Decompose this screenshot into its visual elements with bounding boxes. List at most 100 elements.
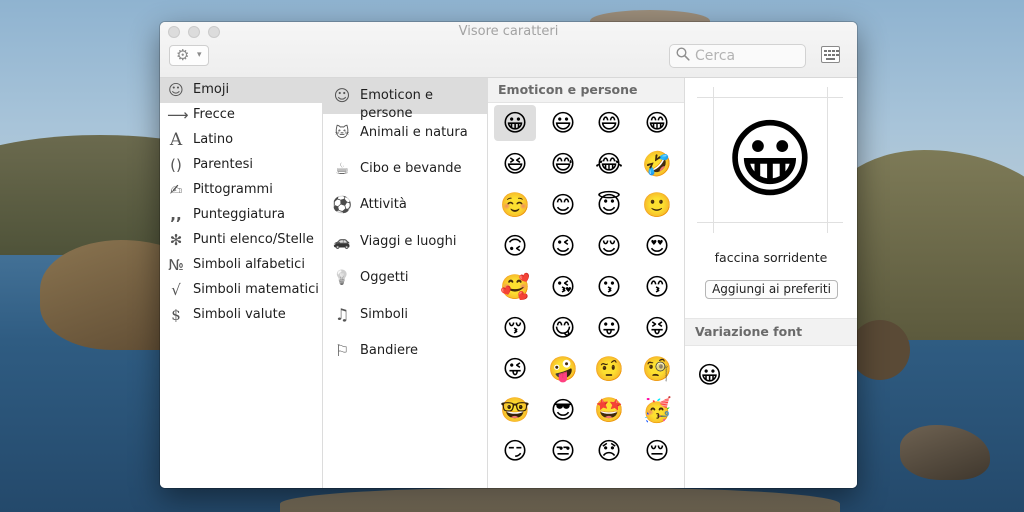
emoji-cell[interactable]: 🙂: [636, 187, 678, 223]
emoji-cell[interactable]: 😗: [588, 269, 630, 305]
window-title: Visore caratteri: [458, 24, 559, 39]
preview-emoji: 😀: [725, 110, 815, 210]
category-label: Simboli matematici: [193, 282, 319, 297]
detail-pane: 😀 faccina sorridente Aggiungi ai preferi…: [685, 78, 857, 488]
category-emoji[interactable]: ☺ Emoji: [160, 78, 322, 103]
dollar-icon: $: [171, 306, 181, 324]
category-label: Punti elenco/Stelle: [193, 232, 314, 247]
cup-icon: ☕: [334, 159, 350, 178]
punctuation-icon: ,,: [170, 206, 182, 224]
subcategory-label: Simboli: [360, 307, 408, 322]
subcategory-symbols[interactable]: ♫ Simboli: [323, 297, 487, 333]
keyboard-viewer-icon[interactable]: [821, 46, 840, 63]
emoji-cell[interactable]: 😜: [494, 351, 536, 387]
subcategory-list: ☺ Emoticon e persone 🐱 Animali e natura …: [323, 78, 488, 488]
search-input[interactable]: [695, 47, 800, 65]
emoji-cell[interactable]: 😞: [588, 433, 630, 469]
emoji-cell[interactable]: 🧐: [636, 351, 678, 387]
emoji-cell[interactable]: 😒: [542, 433, 584, 469]
rock-small: [850, 320, 910, 380]
subcategory-flags[interactable]: ⚐ Bandiere: [323, 333, 487, 369]
category-label: Emoji: [193, 82, 230, 97]
emoji-cell[interactable]: 😁: [636, 105, 678, 141]
subcategory-label: Cibo e bevande: [360, 161, 462, 176]
emoji-cell[interactable]: 😔: [636, 433, 678, 469]
emoji-cell[interactable]: 😀: [494, 105, 536, 141]
subcategory-label: Viaggi e luoghi: [360, 234, 457, 249]
emoji-cell[interactable]: 🤓: [494, 392, 536, 428]
emoji-cell[interactable]: 😛: [588, 310, 630, 346]
soccer-ball-icon: ⚽: [332, 195, 352, 214]
category-label: Latino: [193, 132, 234, 147]
category-punctuation[interactable]: ,, Punteggiatura: [160, 203, 322, 228]
category-parentheses[interactable]: () Parentesi: [160, 153, 322, 178]
emoji-cell[interactable]: 🤨: [588, 351, 630, 387]
subcategory-travel-places[interactable]: 🚗 Viaggi e luoghi: [323, 224, 487, 260]
emoji-cell[interactable]: 😋: [542, 310, 584, 346]
emoji-cell[interactable]: 🤣: [636, 146, 678, 182]
font-variation-item[interactable]: 😀: [697, 360, 722, 390]
grid-header: Emoticon e persone: [488, 78, 684, 103]
emoji-cell[interactable]: 😉: [542, 228, 584, 264]
font-variation-header: Variazione font: [685, 318, 857, 346]
category-label: Frecce: [193, 107, 235, 122]
category-label: Pittogrammi: [193, 182, 273, 197]
category-currency[interactable]: $ Simboli valute: [160, 303, 322, 328]
category-label: Simboli valute: [193, 307, 286, 322]
letter-a-icon: A: [169, 130, 183, 150]
subcategory-label: Attività: [360, 197, 407, 212]
emoji-cell[interactable]: 😍: [636, 228, 678, 264]
emoji-cell[interactable]: 😘: [542, 269, 584, 305]
emoji-cell[interactable]: 😇: [588, 187, 630, 223]
category-letterlike[interactable]: № Simboli alfabetici: [160, 253, 322, 278]
emoji-cell[interactable]: 😙: [636, 269, 678, 305]
emoji-cell[interactable]: ☺️: [494, 187, 536, 223]
smiley-icon: ☺: [333, 86, 351, 105]
writing-hand-icon: ✍: [169, 181, 183, 199]
emoji-cell[interactable]: 🤪: [542, 351, 584, 387]
search-field[interactable]: [669, 44, 806, 68]
smiley-icon: ☺: [168, 81, 184, 99]
emoji-cell[interactable]: 🥰: [494, 269, 536, 305]
category-latin[interactable]: A Latino: [160, 128, 322, 153]
emoji-cell[interactable]: 😃: [542, 105, 584, 141]
emoji-cell[interactable]: 🙃: [494, 228, 536, 264]
emoji-cell[interactable]: 😄: [588, 105, 630, 141]
emoji-cell[interactable]: 😂: [588, 146, 630, 182]
character-viewer-window: Visore caratteri ⚙ ▾ ☺ Emoji ⟶ Frecce: [160, 22, 857, 488]
font-variation-title: Variazione font: [695, 324, 803, 339]
action-menu-button[interactable]: ⚙ ▾: [169, 45, 209, 66]
category-bullets-stars[interactable]: ✻ Punti elenco/Stelle: [160, 228, 322, 253]
category-pictographs[interactable]: ✍ Pittogrammi: [160, 178, 322, 203]
add-to-favorites-button[interactable]: Aggiungi ai preferiti: [705, 280, 838, 299]
subcategory-food-drink[interactable]: ☕ Cibo e bevande: [323, 151, 487, 187]
subcategory-label: Bandiere: [360, 343, 419, 358]
flag-icon: ⚐: [334, 341, 350, 360]
category-list: ☺ Emoji ⟶ Frecce A Latino () Parentesi ✍…: [160, 78, 323, 488]
subcategory-animals-nature[interactable]: 🐱 Animali e natura: [323, 115, 487, 151]
emoji-cell[interactable]: 😝: [636, 310, 678, 346]
emoji-preview: 😀: [697, 87, 843, 233]
star-bullet-icon: ✻: [169, 231, 183, 249]
parentheses-icon: (): [170, 156, 182, 174]
subcategory-label: Animali e natura: [360, 125, 468, 140]
subcategory-smileys-people[interactable]: ☺ Emoticon e persone: [323, 78, 487, 121]
category-arrows[interactable]: ⟶ Frecce: [160, 103, 322, 128]
emoji-grid-pane: Emoticon e persone 😀 😃 😄 😁 😆 😅 😂 🤣 ☺️ 😊 😇 🙂 🙃 😉 😌 😍 🥰 😘 😗 😙…: [488, 78, 685, 488]
emoji-cell[interactable]: 🤩: [588, 392, 630, 428]
emoji-cell[interactable]: 😊: [542, 187, 584, 223]
emoji-cell[interactable]: 😌: [588, 228, 630, 264]
emoji-cell[interactable]: 😚: [494, 310, 536, 346]
subcategory-objects[interactable]: 💡 Oggetti: [323, 260, 487, 296]
numero-sign-icon: №: [168, 256, 184, 274]
emoji-cell[interactable]: 😎: [542, 392, 584, 428]
emoji-name: faccina sorridente: [714, 250, 828, 265]
emoji-cell[interactable]: 🥳: [636, 392, 678, 428]
category-math[interactable]: √ Simboli matematici: [160, 278, 322, 303]
arrow-icon: ⟶: [167, 106, 189, 124]
subcategory-activity[interactable]: ⚽ Attività: [323, 187, 487, 223]
square-root-icon: √: [171, 281, 181, 299]
emoji-cell[interactable]: 😏: [494, 433, 536, 469]
emoji-cell[interactable]: 😆: [494, 146, 536, 182]
emoji-cell[interactable]: 😅: [542, 146, 584, 182]
